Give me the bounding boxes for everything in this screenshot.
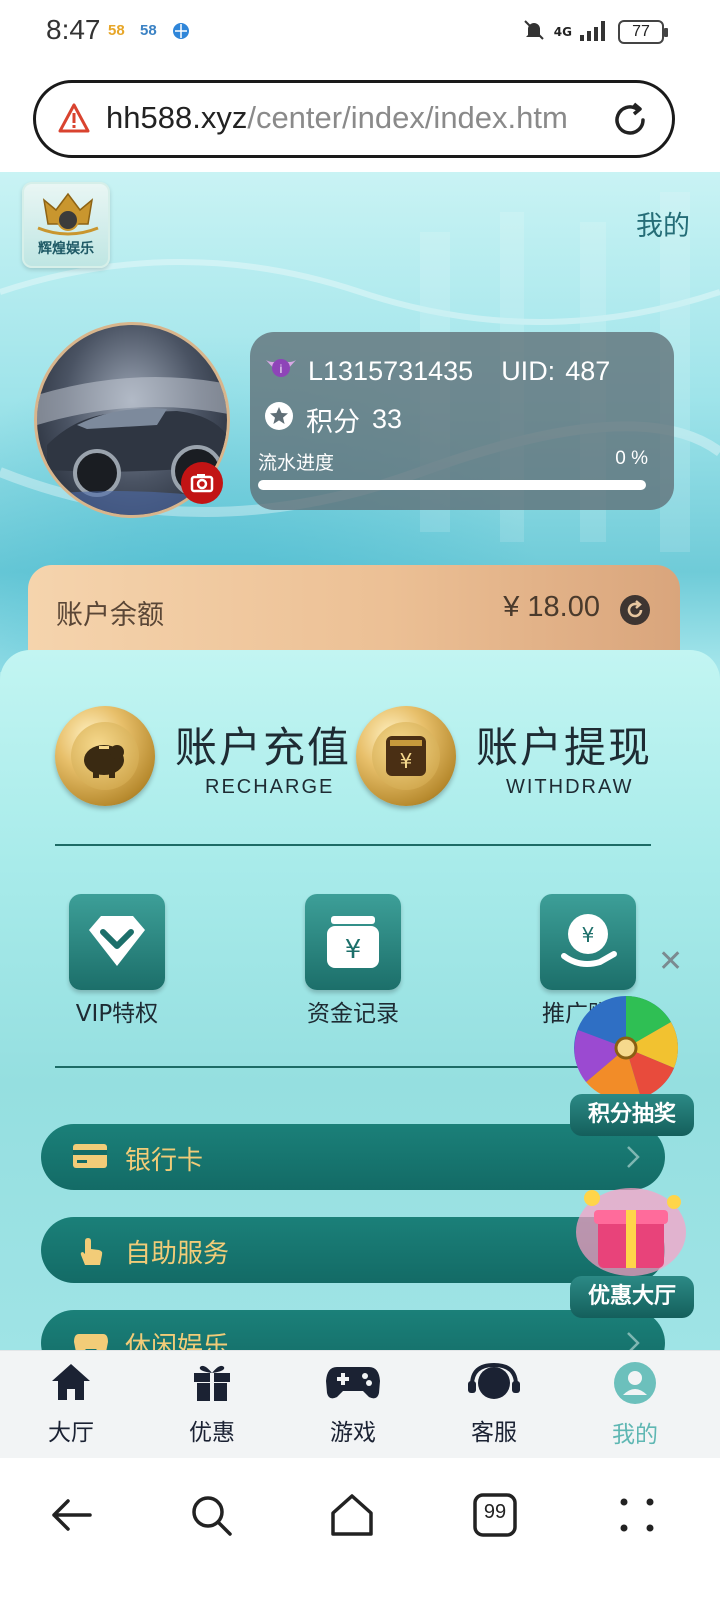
progress-percent: 0 % [615, 448, 648, 469]
tabs-count: 99 [483, 1501, 507, 1523]
tab-offers[interactable]: 优惠 [157, 1361, 267, 1447]
gift-icon [194, 1365, 230, 1401]
fund-records-label: 资金记录 [307, 1001, 399, 1027]
points-lottery-caption: 积分抽奖 [570, 1094, 694, 1136]
tap-hand-icon [73, 1235, 107, 1273]
vip-privilege-label: VIP特权 [75, 1001, 159, 1027]
uid-label: UID: [501, 356, 556, 386]
user-info-card: i L1315731435 UID: 487 积分 33 流水进度 0 % [250, 332, 674, 510]
points-star-icon [264, 401, 294, 438]
progress-label: 流水进度 [258, 452, 335, 474]
tab-games-label: 游戏 [330, 1420, 376, 1446]
vip-privilege-button[interactable]: VIP特权 [67, 894, 167, 1028]
tab-lobby-label: 大厅 [48, 1420, 94, 1446]
tab-games[interactable]: 游戏 [298, 1361, 408, 1447]
menu-casual-games-label: 休闲娱乐 [125, 1332, 230, 1352]
change-avatar-button[interactable] [181, 462, 223, 504]
tabs-button[interactable]: 99 [472, 1492, 518, 1542]
credit-card-icon [73, 1142, 107, 1176]
url-text[interactable]: hh588.xyz/center/index/index.htm [106, 100, 586, 136]
uid-value: 487 [565, 356, 611, 386]
points-label: 积分 [306, 407, 360, 438]
diamond-icon [89, 916, 145, 966]
refresh-icon [627, 600, 643, 618]
points-lottery-button[interactable]: 积分抽奖 [566, 990, 696, 1140]
tab-mine-label: 我的 [612, 1422, 658, 1448]
fund-records-button[interactable]: ¥ 资金记录 [303, 894, 403, 1028]
withdraw-button[interactable]: ¥ 账户提现 WITHDRAW [356, 702, 656, 812]
recharge-button[interactable]: 账户充值 RECHARGE [55, 702, 355, 812]
notification-icon: 58 [140, 22, 157, 39]
chevron-right-icon [625, 1330, 641, 1352]
coin-hand-icon: ¥ [561, 914, 617, 967]
more-menu-icon[interactable] [614, 1492, 660, 1542]
reload-icon[interactable] [610, 100, 650, 144]
prize-wheel-icon [574, 996, 678, 1101]
tab-lobby[interactable]: 大厅 [16, 1361, 126, 1447]
back-icon[interactable] [48, 1492, 94, 1542]
tab-support-label: 客服 [471, 1420, 517, 1446]
url-path: /center/index/index.htm [247, 100, 568, 135]
withdraw-subtitle: WITHDRAW [506, 776, 634, 798]
mute-icon [522, 18, 546, 46]
home-icon[interactable] [328, 1492, 376, 1542]
user-icon [614, 1362, 656, 1404]
tab-mine[interactable]: 我的 [580, 1361, 690, 1449]
svg-text:¥: ¥ [400, 749, 413, 773]
notification-icon: 58 [108, 22, 125, 39]
menu-self-service-label: 自助服务 [125, 1239, 230, 1269]
money-bag-icon: ¥ [327, 916, 379, 968]
progress-bar [258, 480, 646, 490]
balance-label: 账户余额 [56, 600, 164, 631]
divider [55, 1066, 651, 1068]
vip-level-icon: i [264, 354, 298, 389]
promotions-hall-caption: 优惠大厅 [570, 1276, 694, 1318]
battery-icon: 77 [618, 20, 668, 44]
search-icon[interactable] [188, 1492, 234, 1542]
username: L1315731435 [308, 356, 474, 386]
browser-notification-icon [172, 22, 190, 44]
recharge-subtitle: RECHARGE [205, 776, 335, 798]
tab-offers-label: 优惠 [189, 1420, 235, 1446]
gamepad-icon [326, 1367, 380, 1399]
balance-amount: ¥ 18.00 [503, 591, 600, 623]
url-host: hh588.xyz [106, 100, 248, 135]
tab-support[interactable]: 客服 [439, 1361, 549, 1447]
promotions-hall-button[interactable]: 优惠大厅 [566, 1172, 696, 1322]
svg-text:i: i [280, 362, 283, 376]
refresh-balance-button[interactable] [620, 595, 650, 625]
recharge-title: 账户充值 [175, 723, 352, 772]
gift-box-icon [576, 1188, 686, 1276]
page-title: 我的 [636, 211, 690, 242]
browser-navigation-bar: 99 [0, 1458, 720, 1600]
divider [55, 844, 651, 846]
gamepad-icon [73, 1328, 109, 1352]
atm-coin-icon: ¥ [356, 706, 456, 806]
address-bar[interactable]: hh588.xyz/center/index/index.htm [33, 80, 675, 158]
network-type: 4G [553, 25, 572, 39]
chevron-right-icon [625, 1144, 641, 1174]
signal-icon [580, 19, 610, 45]
piggy-bank-coin-icon [55, 706, 155, 806]
bottom-tab-bar: 大厅 优惠 游戏 客服 我的 [0, 1350, 720, 1458]
brand-logo[interactable]: 辉煌娱乐 [22, 182, 110, 268]
svg-text:¥: ¥ [345, 935, 362, 965]
home-icon [52, 1364, 90, 1400]
withdraw-title: 账户提现 [476, 723, 653, 772]
status-time: 8:47 [46, 14, 101, 45]
close-floating-button[interactable]: ✕ [658, 944, 683, 979]
camera-icon [190, 474, 214, 493]
menu-bank-card-label: 银行卡 [125, 1146, 204, 1176]
svg-text:¥: ¥ [582, 923, 595, 947]
headset-icon [468, 1362, 520, 1399]
points-value: 33 [372, 404, 403, 434]
crown-icon [37, 192, 99, 236]
warning-icon[interactable] [58, 103, 90, 137]
logo-text: 辉煌娱乐 [38, 241, 94, 257]
status-bar: 8:47 58 58 4G 77 [0, 0, 720, 66]
